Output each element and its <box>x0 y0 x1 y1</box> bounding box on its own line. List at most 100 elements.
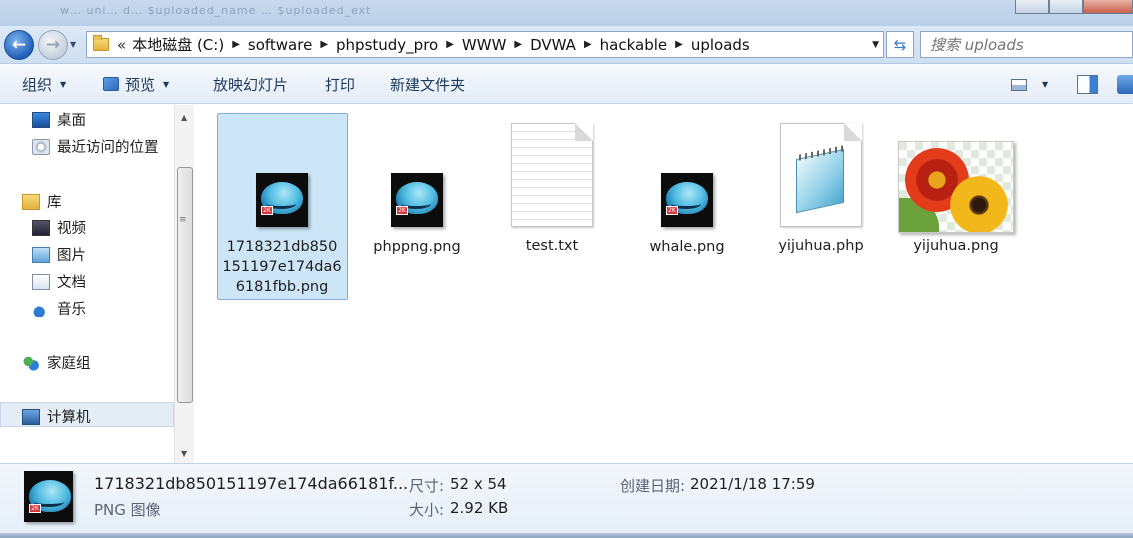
details-size-value: 2.92 KB <box>450 499 509 517</box>
nav-item-label: 桌面 <box>57 113 86 129</box>
scrollbar-thumb[interactable] <box>177 167 193 403</box>
change-view-icon[interactable] <box>1011 79 1027 91</box>
file-item[interactable]: yijuhua.png <box>890 141 1022 256</box>
search-input[interactable] <box>930 36 1130 54</box>
breadcrumb-separator-icon[interactable]: ▶ <box>675 39 683 50</box>
organize-label: 组织 <box>22 75 53 94</box>
videos-icon <box>32 219 50 236</box>
file-item[interactable]: test.txt <box>486 123 618 256</box>
slideshow-button[interactable]: 放映幻灯片 <box>213 74 288 95</box>
organize-menu[interactable]: 组织 ▼ <box>22 74 66 95</box>
nav-pane-scrollbar[interactable]: ▲ ≡ ▼ <box>174 105 194 463</box>
breadcrumb-separator-icon[interactable]: ▶ <box>584 39 592 50</box>
scrollbar-grip-icon: ≡ <box>179 215 187 225</box>
address-dropdown-icon[interactable]: ▼ <box>872 40 879 50</box>
breadcrumb-separator-icon[interactable]: ▶ <box>320 39 328 50</box>
breadcrumb-item[interactable]: hackable <box>600 36 667 54</box>
file-name: test.txt <box>525 238 579 254</box>
file-name: whale.png <box>649 239 725 255</box>
file-name: yijuhua.php <box>778 238 864 254</box>
file-item[interactable]: 2K whale.png <box>621 173 753 257</box>
preview-menu[interactable]: 预览 ▼ <box>103 74 169 95</box>
recent-pages-dropdown-icon[interactable]: ▼ <box>70 40 76 49</box>
window-controls <box>1015 0 1133 14</box>
breadcrumb-item[interactable]: WWW <box>462 36 507 54</box>
scroll-up-arrow-icon[interactable]: ▲ <box>181 113 187 122</box>
libraries-icon <box>22 193 40 210</box>
forward-arrow-icon: → <box>45 35 61 55</box>
nav-item-videos[interactable]: 视频 <box>32 217 86 238</box>
nav-item-label: 最近访问的位置 <box>57 140 159 156</box>
recent-places-icon <box>32 138 50 155</box>
breadcrumb-separator-icon[interactable]: ▶ <box>232 39 240 50</box>
nav-item-computer[interactable]: 计算机 <box>22 406 91 427</box>
nav-item-homegroup[interactable]: 家庭组 <box>22 352 91 373</box>
minimize-button[interactable] <box>1015 0 1049 14</box>
nav-item-desktop[interactable]: 桌面 <box>32 109 86 130</box>
details-filetype: PNG 图像 <box>94 501 161 519</box>
file-item[interactable]: 2K phppng.png <box>351 173 483 257</box>
breadcrumb-separator-icon[interactable]: ▶ <box>514 39 522 50</box>
whale-image-icon: 2K <box>661 173 713 227</box>
notepad-document-icon <box>780 123 862 227</box>
breadcrumb: « 本地磁盘 (C:) ▶ software ▶ phpstudy_pro ▶ … <box>115 34 750 55</box>
details-filename: 1718321db850151197e174da66181f... <box>94 474 409 493</box>
details-created-value: 2021/1/18 17:59 <box>690 475 815 493</box>
nav-item-libraries[interactable]: 库 <box>22 191 62 212</box>
text-document-icon <box>511 123 593 227</box>
navigation-pane: 桌面 最近访问的位置 库 视频 图片 文档 音乐 家庭组 计算机 <box>0 105 176 463</box>
breadcrumb-item[interactable]: 本地磁盘 (C:) <box>132 34 224 55</box>
maximize-button[interactable] <box>1049 0 1083 14</box>
details-dimensions-value: 52 x 54 <box>450 475 507 493</box>
breadcrumb-item[interactable]: phpstudy_pro <box>336 36 438 54</box>
nav-item-recent[interactable]: 最近访问的位置 <box>32 136 159 157</box>
title-bar-faded-text: w… uni… d… $uploaded_name … $uploaded_ex… <box>60 4 372 17</box>
details-thumbnail: 2K <box>24 471 73 522</box>
command-bar: 组织 ▼ 预览 ▼ 放映幻灯片 打印 新建文件夹 ▼ <box>0 65 1133 104</box>
view-options-dropdown-icon[interactable]: ▼ <box>1042 80 1048 89</box>
music-icon <box>32 300 50 317</box>
preview-pane-icon[interactable] <box>1077 75 1098 94</box>
file-item[interactable]: yijuhua.php <box>755 123 887 256</box>
whale-image-icon: 2K <box>24 471 73 522</box>
chevron-down-icon: ▼ <box>163 79 170 89</box>
breadcrumb-item[interactable]: software <box>248 36 312 54</box>
explorer-window: w… uni… d… $uploaded_name … $uploaded_ex… <box>0 0 1133 538</box>
nav-item-documents[interactable]: 文档 <box>32 271 86 292</box>
nav-item-label: 计算机 <box>47 410 91 426</box>
nav-item-label: 文档 <box>57 275 86 291</box>
preview-icon <box>103 77 119 91</box>
search-box[interactable] <box>920 31 1133 58</box>
breadcrumb-overflow[interactable]: « <box>117 36 126 54</box>
homegroup-icon <box>22 354 40 371</box>
nav-item-label: 库 <box>47 195 62 211</box>
nav-item-label: 图片 <box>57 248 86 264</box>
details-created-label: 创建日期: <box>620 477 686 495</box>
address-row: ← → ▼ « 本地磁盘 (C:) ▶ software ▶ phpstudy_… <box>0 26 1133 64</box>
print-button[interactable]: 打印 <box>325 74 355 95</box>
nav-item-label: 家庭组 <box>47 356 91 372</box>
nav-item-music[interactable]: 音乐 <box>32 298 86 319</box>
back-button[interactable]: ← <box>4 30 34 60</box>
desktop-icon <box>32 111 50 128</box>
nav-item-label: 视频 <box>57 221 86 237</box>
nav-item-pictures[interactable]: 图片 <box>32 244 86 265</box>
whale-image-icon: 2K <box>391 173 443 227</box>
new-folder-button[interactable]: 新建文件夹 <box>390 74 465 95</box>
breadcrumb-item[interactable]: uploads <box>691 36 750 54</box>
file-name: 1718321db850 151197e174da6 6181fbb.png <box>222 239 342 295</box>
scroll-down-arrow-icon[interactable]: ▼ <box>181 449 187 458</box>
forward-button[interactable]: → <box>38 30 68 60</box>
refresh-icon: ⇆ <box>893 35 907 54</box>
address-bar[interactable]: « 本地磁盘 (C:) ▶ software ▶ phpstudy_pro ▶ … <box>86 31 884 58</box>
whale-image-icon: 2K <box>256 173 308 227</box>
help-icon[interactable] <box>1117 75 1133 94</box>
refresh-button[interactable]: ⇆ <box>886 31 914 58</box>
breadcrumb-separator-icon[interactable]: ▶ <box>446 39 454 50</box>
close-button[interactable] <box>1083 0 1133 14</box>
breadcrumb-item[interactable]: DVWA <box>530 36 576 54</box>
folder-icon <box>93 35 109 51</box>
file-list: 2K 1718321db850 151197e174da6 6181fbb.pn… <box>195 105 1133 463</box>
chevron-down-icon: ▼ <box>60 79 67 89</box>
file-item[interactable]: 2K 1718321db850 151197e174da6 6181fbb.pn… <box>216 173 348 297</box>
